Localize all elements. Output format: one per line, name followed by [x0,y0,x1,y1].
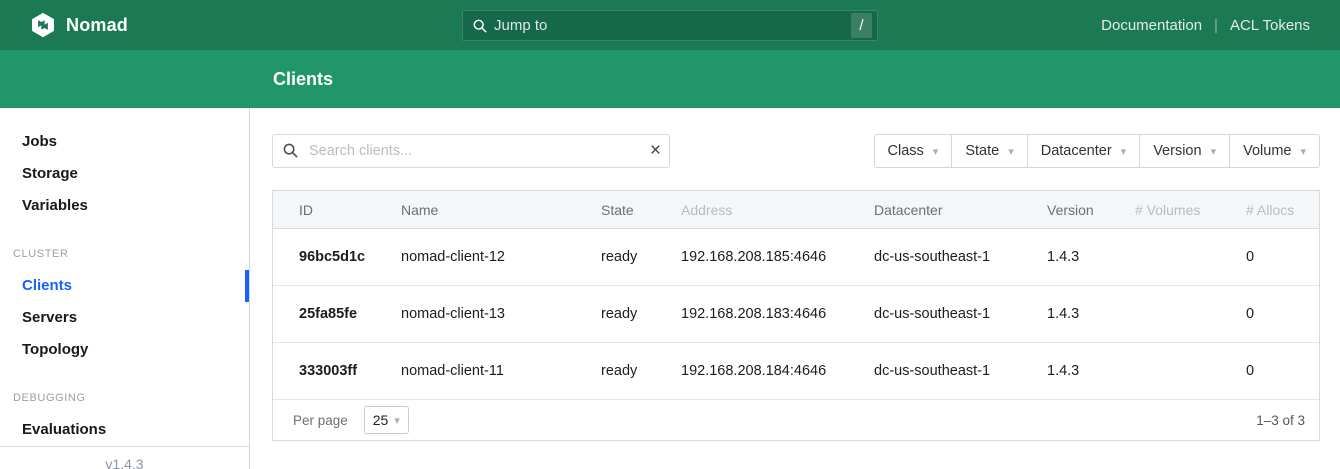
column-header-name[interactable]: Name [401,191,601,229]
client-id: 96bc5d1c [273,229,401,286]
page-header: Clients [0,50,1340,108]
client-state: ready [601,286,681,343]
version-label: v1.4.3 [0,446,249,469]
table-row[interactable]: 25fa85fe nomad-client-13 ready 192.168.2… [273,286,1319,343]
main-content: × Class ▾ State ▾ Datacenter ▾ Version ▾ [250,108,1340,469]
client-name: nomad-client-13 [401,286,601,343]
filter-label: State [965,143,999,159]
chevron-down-icon: ▾ [1008,145,1014,158]
filter-class[interactable]: Class ▾ [874,134,953,168]
client-datacenter: dc-us-southeast-1 [874,286,1047,343]
column-header-id[interactable]: ID [273,191,401,229]
filter-version[interactable]: Version ▾ [1139,134,1230,168]
client-state: ready [601,229,681,286]
nomad-cube-icon [30,12,56,38]
client-datacenter: dc-us-southeast-1 [874,343,1047,400]
client-allocs: 0 [1246,343,1319,400]
client-address: 192.168.208.183:4646 [681,286,874,343]
client-id: 333003ff [273,343,401,400]
column-header-version[interactable]: Version [1047,191,1135,229]
filter-label: Volume [1243,143,1291,159]
client-search: × [272,134,670,168]
per-page-select[interactable]: 25 ▾ [364,406,409,434]
filter-label: Class [888,143,924,159]
table-footer: Per page 25 ▾ 1–3 of 3 [273,400,1319,440]
sidebar-item-topology[interactable]: Topology [0,334,249,366]
sidebar: Jobs Storage Variables CLUSTER Clients S… [0,108,250,469]
client-id: 25fa85fe [273,286,401,343]
keyboard-shortcut-hint: / [851,13,872,38]
brand-name: Nomad [66,15,128,36]
per-page-label: Per page [293,413,348,428]
client-state: ready [601,343,681,400]
client-address: 192.168.208.185:4646 [681,229,874,286]
client-version: 1.4.3 [1047,286,1135,343]
top-navbar: Nomad / Documentation | ACL Tokens [0,0,1340,50]
chevron-down-icon: ▾ [1211,145,1217,158]
client-volumes [1135,229,1246,286]
sidebar-item-servers[interactable]: Servers [0,302,249,334]
sidebar-item-evaluations[interactable]: Evaluations [0,414,249,446]
client-allocs: 0 [1246,229,1319,286]
sidebar-item-variables[interactable]: Variables [0,190,249,222]
filter-volume[interactable]: Volume ▾ [1229,134,1320,168]
acl-tokens-link[interactable]: ACL Tokens [1230,17,1310,34]
chevron-down-icon: ▾ [933,145,939,158]
search-icon [283,143,298,158]
search-icon [473,19,487,33]
per-page-value: 25 [373,412,389,428]
filter-label: Datacenter [1041,143,1112,159]
jump-to-input[interactable] [494,17,851,34]
sidebar-section-cluster: CLUSTER [0,244,249,264]
clients-table: ID Name State Address Datacenter Version… [272,190,1320,441]
client-volumes [1135,343,1246,400]
column-header-address: Address [681,191,874,229]
search-clients-input[interactable] [272,134,670,168]
table-header-row: ID Name State Address Datacenter Version… [273,191,1319,229]
chevron-down-icon: ▾ [394,414,400,427]
chevron-down-icon: ▾ [1300,145,1306,158]
clear-search-button[interactable]: × [650,139,661,163]
column-header-state[interactable]: State [601,191,681,229]
pagination-range: 1–3 of 3 [1256,413,1305,428]
filter-group: Class ▾ State ▾ Datacenter ▾ Version ▾ V… [874,134,1320,168]
column-header-volumes: # Volumes [1135,191,1246,229]
filter-label: Version [1153,143,1201,159]
client-datacenter: dc-us-southeast-1 [874,229,1047,286]
sidebar-item-clients[interactable]: Clients [0,270,249,302]
filter-state[interactable]: State ▾ [951,134,1027,168]
page-title: Clients [273,69,333,90]
client-version: 1.4.3 [1047,229,1135,286]
client-address: 192.168.208.184:4646 [681,343,874,400]
sidebar-item-storage[interactable]: Storage [0,158,249,190]
link-separator: | [1214,17,1218,34]
toolbar: × Class ▾ State ▾ Datacenter ▾ Version ▾ [272,134,1320,168]
filter-datacenter[interactable]: Datacenter ▾ [1027,134,1140,168]
sidebar-item-jobs[interactable]: Jobs [0,126,249,158]
column-header-datacenter[interactable]: Datacenter [874,191,1047,229]
documentation-link[interactable]: Documentation [1101,17,1202,34]
nomad-logo[interactable]: Nomad [30,12,128,38]
jump-to-search[interactable]: / [462,10,878,41]
navbar-links: Documentation | ACL Tokens [1101,17,1310,34]
client-allocs: 0 [1246,286,1319,343]
client-version: 1.4.3 [1047,343,1135,400]
chevron-down-icon: ▾ [1121,145,1127,158]
column-header-allocs: # Allocs [1246,191,1319,229]
table-row[interactable]: 96bc5d1c nomad-client-12 ready 192.168.2… [273,229,1319,286]
active-indicator [245,270,249,302]
sidebar-section-debugging: DEBUGGING [0,388,249,408]
sidebar-item-label: Clients [22,277,72,294]
client-name: nomad-client-11 [401,343,601,400]
table-row[interactable]: 333003ff nomad-client-11 ready 192.168.2… [273,343,1319,400]
client-name: nomad-client-12 [401,229,601,286]
client-volumes [1135,286,1246,343]
